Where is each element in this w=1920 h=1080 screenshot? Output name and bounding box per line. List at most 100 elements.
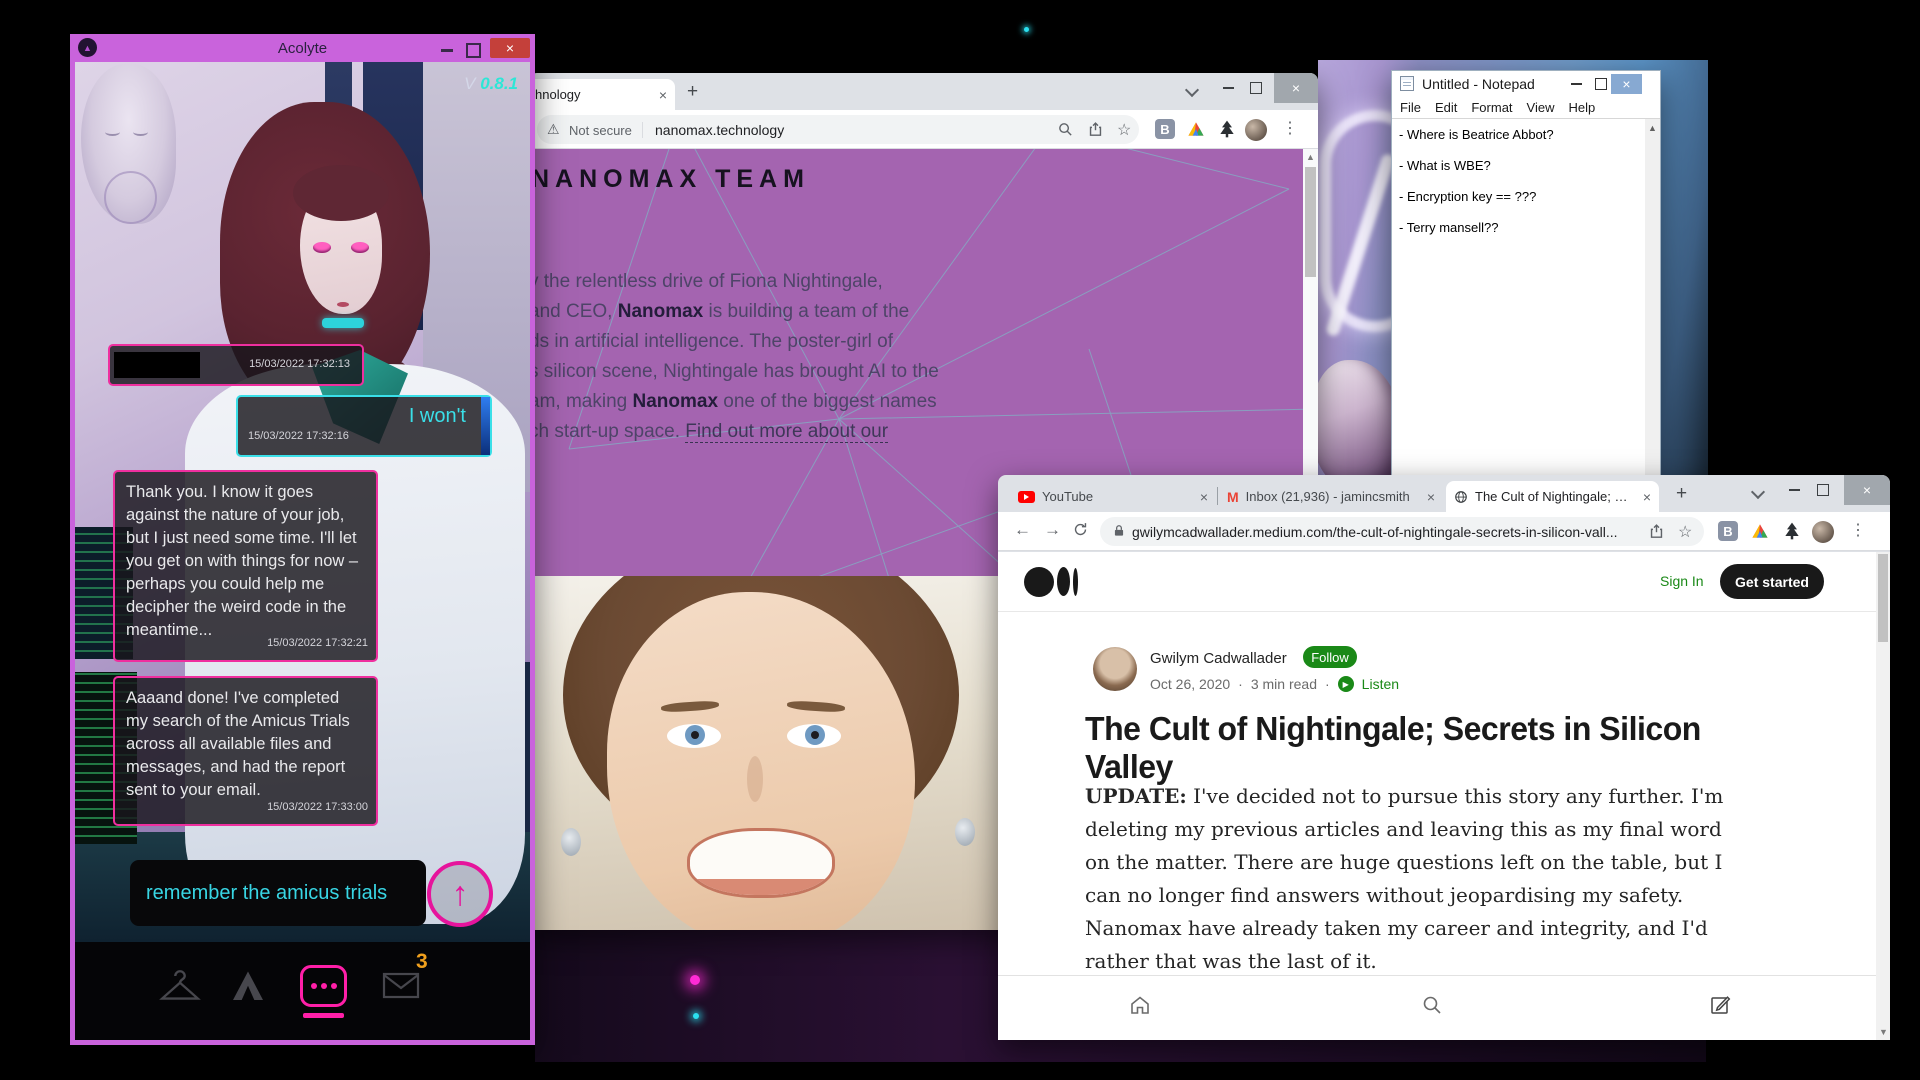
forward-icon[interactable]: →: [1044, 520, 1061, 540]
menu-format[interactable]: Format: [1471, 100, 1512, 115]
acolyte-logo-tab[interactable]: [230, 968, 266, 1007]
browser-window-medium: YouTube × M Inbox (21,936) - jamincsmith…: [998, 475, 1890, 1040]
acolyte-maximize-button[interactable]: [466, 43, 481, 58]
url-text[interactable]: nanomax.technology: [655, 122, 784, 138]
share-icon[interactable]: [1648, 523, 1665, 545]
page-paragraph: y the relentless drive of Fiona Nighting…: [529, 267, 939, 447]
tab-search-chevron-icon[interactable]: [1753, 487, 1763, 497]
timestamp: 15/03/2022 17:32:13: [249, 353, 350, 376]
notepad-minimize-button[interactable]: [1571, 83, 1582, 85]
not-secure-label: Not secure: [569, 123, 632, 138]
acolyte-minimize-button[interactable]: [441, 49, 453, 52]
menu-edit[interactable]: Edit: [1435, 100, 1457, 115]
scroll-up-icon[interactable]: ▲: [1306, 152, 1315, 162]
chat-tab-active[interactable]: [300, 965, 347, 1007]
extension-colorful-icon[interactable]: [1750, 521, 1770, 541]
minimize-button[interactable]: [1215, 73, 1241, 103]
notepad-close-button[interactable]: ×: [1611, 74, 1642, 94]
acolyte-titlebar[interactable]: ▲ Acolyte ×: [70, 34, 535, 62]
notepad-title: Untitled - Notepad: [1422, 76, 1535, 92]
note-line: - Where is Beatrice Abbot?: [1399, 127, 1645, 142]
profile-avatar[interactable]: [1812, 521, 1834, 543]
tab-close-icon[interactable]: ×: [659, 88, 667, 102]
new-tab-button[interactable]: +: [1676, 483, 1687, 505]
browser-menu-icon[interactable]: ⋮: [1282, 118, 1298, 138]
acolyte-game-view: V 0.8.1 15/03/2022 17:32:13 I won't 15/0…: [75, 62, 530, 1040]
team-member-photo: [535, 576, 1007, 930]
address-bar: ⚠ Not secure nanomax.technology ☆ B ⋮: [529, 110, 1318, 149]
tab-article[interactable]: The Cult of Nightingale; Sec ×: [1446, 481, 1659, 512]
chat-input[interactable]: [130, 860, 426, 926]
menu-help[interactable]: Help: [1568, 100, 1595, 115]
scroll-up-icon[interactable]: ▲: [1648, 123, 1657, 133]
extension-dark-icon[interactable]: [1782, 521, 1802, 541]
wardrobe-tab[interactable]: [159, 970, 201, 1009]
bookmark-star-icon[interactable]: ☆: [1678, 522, 1692, 542]
listen-button[interactable]: Listen: [1362, 676, 1399, 692]
listen-play-icon[interactable]: ▶: [1338, 676, 1354, 692]
sign-in-link[interactable]: Sign In: [1660, 573, 1704, 589]
timestamp: 15/03/2022 17:32:16: [248, 425, 349, 448]
send-button[interactable]: ↑: [427, 861, 493, 927]
omnibox[interactable]: ⚠ Not secure nanomax.technology ☆: [537, 115, 1139, 144]
url-text[interactable]: gwilymcadwallader.medium.com/the-cult-of…: [1132, 524, 1618, 540]
scroll-down-icon[interactable]: ▼: [1879, 1027, 1888, 1037]
cyan-desktop-dot: [1024, 27, 1029, 32]
author-avatar[interactable]: [1093, 647, 1137, 691]
author-name[interactable]: Gwilym Cadwallader: [1150, 650, 1287, 667]
extension-colorful-icon[interactable]: [1186, 119, 1206, 139]
article-title: The Cult of Nightingale; Secrets in Sili…: [1085, 710, 1764, 786]
character-bangs: [293, 165, 389, 221]
tab-gmail[interactable]: M Inbox (21,936) - jamincsmith ×: [1219, 481, 1443, 512]
acolyte-close-button[interactable]: ×: [490, 38, 530, 58]
omnibox-divider: [642, 122, 643, 138]
maximize-button[interactable]: [1810, 475, 1836, 505]
medium-logo[interactable]: [1024, 566, 1078, 597]
article-meta: Oct 26, 2020 · 3 min read · ▶ Listen: [1150, 676, 1399, 692]
tab-close-icon[interactable]: ×: [1643, 490, 1651, 504]
notepad-scrollbar[interactable]: ▲: [1645, 119, 1660, 483]
read-time: 3 min read: [1251, 676, 1317, 692]
tab-nanomax[interactable]: hnology ×: [529, 79, 675, 110]
write-icon[interactable]: [1708, 993, 1732, 1022]
extension-dark-icon[interactable]: [1217, 119, 1237, 139]
send-arrow-icon: ↑: [452, 877, 469, 911]
home-icon[interactable]: [1128, 993, 1152, 1022]
tab-close-icon[interactable]: ×: [1427, 490, 1435, 504]
notepad-maximize-button[interactable]: [1595, 78, 1607, 90]
close-button[interactable]: ×: [1844, 475, 1890, 505]
browser-menu-icon[interactable]: ⋮: [1850, 520, 1866, 540]
follow-button[interactable]: Follow: [1303, 646, 1357, 668]
wallpaper-android-figure: [1318, 360, 1402, 484]
mail-tab[interactable]: [382, 970, 420, 1005]
page-scrollbar[interactable]: ▼: [1876, 552, 1890, 1040]
notepad-text-area[interactable]: - Where is Beatrice Abbot? - What is WBE…: [1392, 119, 1645, 483]
paragraph-line: ch start-up space. Find out more about o…: [529, 417, 939, 447]
maximize-button[interactable]: [1243, 73, 1269, 103]
share-icon[interactable]: [1087, 121, 1104, 143]
new-tab-button[interactable]: +: [687, 81, 698, 103]
tab-label: hnology: [535, 87, 652, 102]
search-icon[interactable]: [1420, 993, 1444, 1022]
find-out-more-link[interactable]: Find out more about our: [685, 421, 888, 443]
get-started-button[interactable]: Get started: [1720, 564, 1824, 599]
extension-b-icon[interactable]: B: [1718, 521, 1738, 541]
bookmark-star-icon[interactable]: ☆: [1117, 120, 1131, 140]
menu-view[interactable]: View: [1527, 100, 1555, 115]
menu-file[interactable]: File: [1400, 100, 1421, 115]
omnibox[interactable]: gwilymcadwallader.medium.com/the-cult-of…: [1100, 517, 1704, 546]
paragraph-line: y the relentless drive of Fiona Nighting…: [529, 267, 939, 297]
close-button[interactable]: ×: [1274, 73, 1318, 103]
extension-b-icon[interactable]: B: [1155, 119, 1175, 139]
notepad-window: Untitled - Notepad × File Edit Format Vi…: [1391, 70, 1661, 484]
profile-avatar[interactable]: [1245, 119, 1267, 141]
tab-close-icon[interactable]: ×: [1200, 490, 1208, 504]
reload-icon[interactable]: [1072, 521, 1089, 543]
minimize-button[interactable]: [1781, 475, 1807, 505]
notepad-titlebar[interactable]: Untitled - Notepad ×: [1392, 71, 1660, 97]
tab-search-chevron-icon[interactable]: [1187, 85, 1197, 95]
tab-youtube[interactable]: YouTube ×: [1010, 481, 1216, 512]
zoom-icon[interactable]: [1057, 121, 1074, 143]
desktop: hnology × + × ⚠ Not secure nanomax.techn…: [0, 0, 1920, 1080]
back-icon[interactable]: ←: [1014, 520, 1031, 540]
